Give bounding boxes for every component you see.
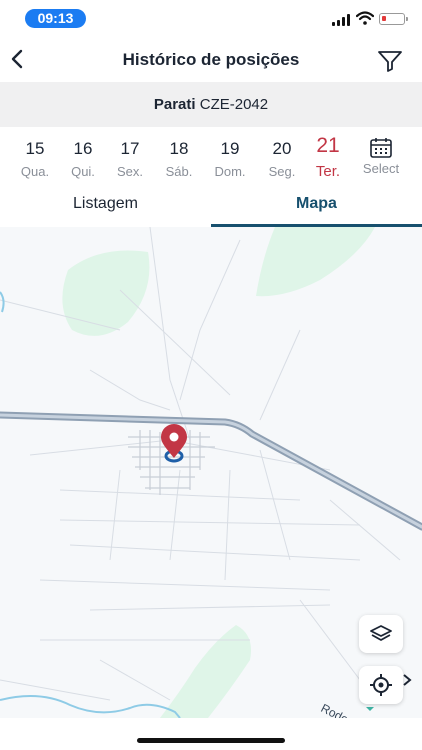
park-area xyxy=(160,625,252,718)
cellular-signal-icon xyxy=(332,14,351,26)
date-day: 17 xyxy=(120,139,140,158)
header: Histórico de posições xyxy=(0,36,422,82)
filter-icon xyxy=(378,51,402,72)
river xyxy=(0,695,181,718)
tab-listagem[interactable]: Listagem xyxy=(0,187,211,227)
view-tabs: Listagem Mapa xyxy=(0,187,422,227)
highway xyxy=(0,411,422,531)
date-item-16[interactable]: 16 Qui. xyxy=(59,127,107,187)
park-area xyxy=(62,250,150,336)
home-indicator xyxy=(137,738,285,743)
date-weekday: Sex. xyxy=(116,164,143,179)
page-title: Histórico de posições xyxy=(122,50,300,69)
battery-icon xyxy=(379,13,408,25)
date-day: 20 xyxy=(272,139,292,158)
park-area xyxy=(256,227,375,297)
calendar-icon xyxy=(370,138,392,158)
position-marker[interactable] xyxy=(161,424,187,463)
date-weekday: Dom. xyxy=(214,164,246,179)
status-bar: 09:13 xyxy=(0,0,422,36)
vehicle-name: Parati xyxy=(153,96,196,113)
direction-icon xyxy=(403,674,412,686)
select-date-button[interactable]: Select xyxy=(357,127,405,187)
date-item-18[interactable]: 18 Sáb. xyxy=(155,127,203,187)
date-weekday: Sáb. xyxy=(165,164,193,179)
filter-button[interactable] xyxy=(376,48,404,74)
date-day: 15 xyxy=(25,139,45,158)
tab-mapa[interactable]: Mapa xyxy=(211,187,422,227)
date-weekday: Qui. xyxy=(71,164,95,179)
date-day: 21 xyxy=(316,134,340,157)
crosshair-icon xyxy=(370,674,392,696)
layers-button[interactable] xyxy=(359,615,403,653)
date-weekday: Qua. xyxy=(20,164,50,179)
locate-me-button[interactable] xyxy=(359,666,403,704)
wifi-icon xyxy=(356,11,374,25)
status-time: 09:13 xyxy=(25,9,86,28)
date-day: 16 xyxy=(73,139,93,158)
date-item-20[interactable]: 20 Seg. xyxy=(258,127,306,187)
layers-icon xyxy=(370,625,392,641)
date-strip: 15 Qua. 16 Qui. 17 Sex. 18 Sáb. 19 Dom. … xyxy=(0,127,422,187)
date-item-15[interactable]: 15 Qua. xyxy=(11,127,59,187)
date-item-19[interactable]: 19 Dom. xyxy=(206,127,254,187)
vehicle-bar: Parati CZE-2042 xyxy=(0,82,422,127)
date-day: 19 xyxy=(220,139,240,158)
date-weekday: Seg. xyxy=(268,164,296,179)
date-item-21-selected[interactable]: 21 Ter. xyxy=(304,127,352,187)
date-day: 18 xyxy=(169,139,189,158)
date-item-17[interactable]: 17 Sex. xyxy=(106,127,154,187)
select-label: Select xyxy=(362,161,400,176)
date-weekday: Ter. xyxy=(315,163,341,180)
vehicle-plate: CZE-2042 xyxy=(199,96,269,113)
